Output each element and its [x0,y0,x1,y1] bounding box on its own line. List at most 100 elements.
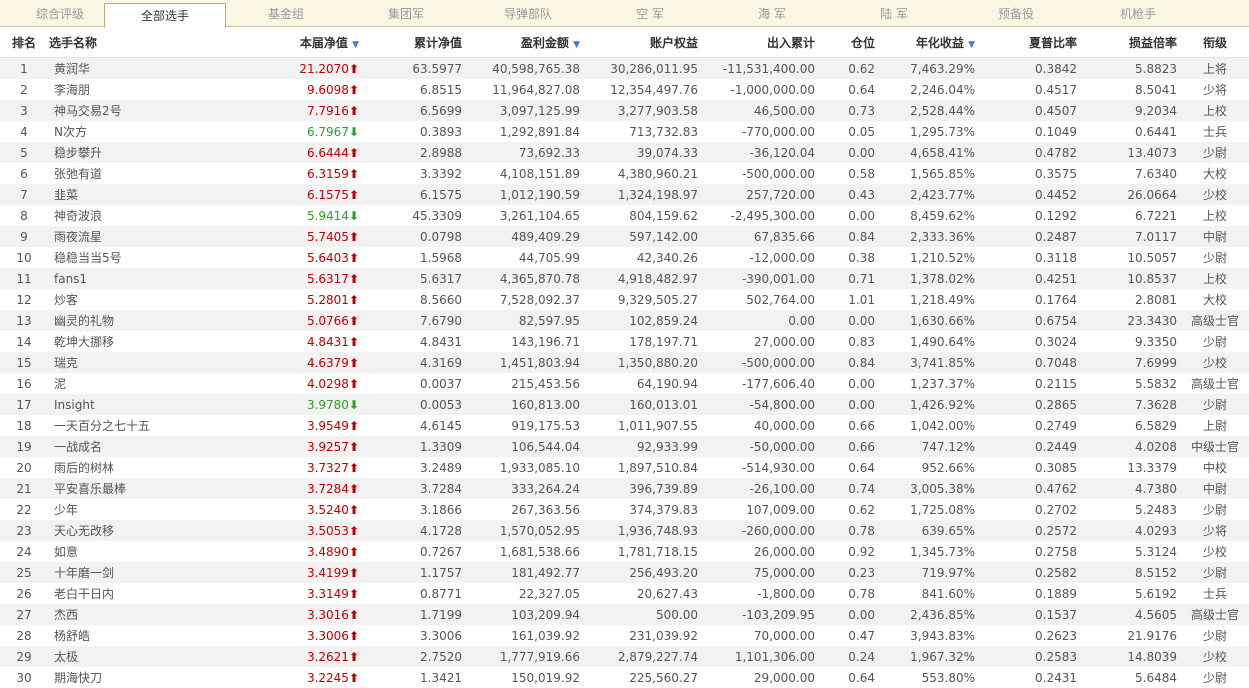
player-name-cell[interactable]: 幽灵的礼物 [48,310,198,331]
col-header-annual-return[interactable]: 年化收益 ▼ [879,27,979,58]
sharpe-cell: 0.4251 [979,268,1081,289]
player-name-cell[interactable]: 韭菜 [48,184,198,205]
nav-value: 6.3159 [306,166,349,181]
tab-4[interactable]: 导弹部队 [468,0,588,26]
current-nav-cell: 3.7284⬆ [198,478,363,499]
player-name-cell[interactable]: 平安喜乐最棒 [48,478,198,499]
table-row[interactable]: 4 N次方 6.7967⬇ 0.3893 1,292,891.84 713,732.83-… [0,121,1249,142]
table-row[interactable]: 26 老白干日内 3.3149⬆ 0.8771 22,327.05 20,627.43 -1… [0,583,1249,604]
table-row[interactable]: 23 天心无改移 3.5053⬆ 4.1728 1,570,052.95 1,936,74… [0,520,1249,541]
col-header-cumulative-nav[interactable]: 累计净值 [363,27,466,58]
inout-cell: -260,000.00 [702,520,819,541]
sharpe-cell: 0.1292 [1035,208,1077,223]
tab-0[interactable]: 综合评级 [0,0,120,26]
col-header-inout[interactable]: 出入累计 [702,27,819,58]
table-row[interactable]: 5 稳步攀升 6.6444⬆ 2.8988 73,692.33 39,074.33 -36,… [0,142,1249,163]
player-name-cell[interactable]: 一战成名 [48,436,198,457]
table-row[interactable]: 15 瑞克 4.6379⬆ 4.3169 1,451,803.94 1,350,880.2… [0,352,1249,373]
table-row[interactable]: 9 雨夜流星 5.7405⬆ 0.0798 489,409.29 597,142.00 67… [0,226,1249,247]
col-header-sharpe[interactable]: 夏普比率 [979,27,1081,58]
player-name-cell[interactable]: 泥 [48,373,198,394]
table-row[interactable]: 2 李海朋 9.6098⬆ 6.8515 11,964,827.08 12,354,497… [0,79,1249,100]
equity-cell: 12,354,497.76 [610,82,698,97]
player-name-cell[interactable]: fans1 [48,268,198,289]
player-name-cell[interactable]: 雨夜流星 [48,226,198,247]
tab-3[interactable]: 集团军 [346,0,466,26]
table-row[interactable]: 14 乾坤大挪移 4.8431⬆ 4.8431 143,196.71 178,197.71… [0,331,1249,352]
sharpe-cell: 0.3575 [1035,166,1077,181]
table-row[interactable]: 6 张弛有道 6.3159⬆ 3.3392 4,108,151.89 4,380,960.… [0,163,1249,184]
player-name-cell[interactable]: 炒客 [48,289,198,310]
table-row[interactable]: 22 少年 3.5240⬆ 3.1866 267,363.56 374,379.83 107… [0,499,1249,520]
player-name-cell[interactable]: 瑞克 [48,352,198,373]
table-row[interactable]: 19 一战成名 3.9257⬆ 1.3309 106,544.04 92,933.99 -5… [0,436,1249,457]
pl-ratio-cell: 6.5829 [1135,418,1177,433]
tab-10[interactable]: 近 [1200,0,1249,26]
player-name-cell[interactable]: 雨后的树林 [48,457,198,478]
nav-value: 3.3006 [306,628,349,643]
table-row[interactable]: 10 稳稳当当5号 5.6403⬆ 1.5968 44,705.99 42,340.26-… [0,247,1249,268]
player-name-cell[interactable]: 十年磨一剑 [48,562,198,583]
player-name-cell[interactable]: 一天百分之七十五 [48,415,198,436]
sort-desc-icon[interactable]: ▼ [968,40,975,50]
sort-desc-icon[interactable]: ▼ [573,40,580,50]
col-header-equity[interactable]: 账户权益 [584,27,702,58]
player-name-cell[interactable]: 稳步攀升 [48,142,198,163]
tab-2[interactable]: 基金组 [226,0,346,26]
player-name-cell[interactable]: 如意 [48,541,198,562]
table-row[interactable]: 29 太极 3.2621⬆ 2.7520 1,777,919.66 2,879,227.7… [0,646,1249,667]
player-name-cell[interactable]: 天心无改移 [48,520,198,541]
player-name-cell[interactable]: 太极 [48,646,198,667]
player-name-cell[interactable]: 神马交易2号 [48,100,198,121]
table-row[interactable]: 12 炒客 5.2801⬆ 8.5660 7,528,092.37 9,329,505.2… [0,289,1249,310]
player-name-cell[interactable]: 乾坤大挪移 [48,331,198,352]
tab-6[interactable]: 海 军 [712,0,832,26]
player-name-cell[interactable]: 黄润华 [48,57,198,79]
player-name-cell[interactable]: 杰西 [48,604,198,625]
tab-5[interactable]: 空 军 [590,0,710,26]
table-row[interactable]: 13 幽灵的礼物 5.0766⬆ 7.6790 82,597.95 102,859.24 0… [0,310,1249,331]
player-name-cell[interactable]: 老白干日内 [48,583,198,604]
player-name-cell[interactable]: 少年 [48,499,198,520]
table-row[interactable]: 27 杰西 3.3016⬆ 1.7199 103,209.94 500.00 -103,20… [0,604,1249,625]
col-header-position[interactable]: 仓位 [819,27,879,58]
col-header-profit[interactable]: 盈利金额 ▼ [466,27,584,58]
table-row[interactable]: 8 神奇波浪 5.9414⬇ 45.3309 3,261,104.65 804,159.6… [0,205,1249,226]
table-row[interactable]: 28 杨舒皓 3.3006⬆ 3.3006 161,039.92 231,039.92 70… [0,625,1249,646]
inout-cell: 107,009.00 [746,502,815,517]
player-name-cell[interactable]: 稳稳当当5号 [48,247,198,268]
table-row[interactable]: 3 神马交易2号 7.7916⬆ 6.5699 3,097,125.99 3,277,90… [0,100,1249,121]
table-row[interactable]: 11 fans1 5.6317⬆ 5.6317 4,365,870.78 4,918,48… [0,268,1249,289]
table-row[interactable]: 1 黄润华 21.2070⬆ 63.5977 40,598,765.38 30,286,0… [0,57,1249,79]
tab-8[interactable]: 预备役 [956,0,1076,26]
table-row[interactable]: 21 平安喜乐最棒 3.7284⬆ 3.7284 333,264.24 396,739.8… [0,478,1249,499]
table-row[interactable]: 17 Insight 3.9780⬇ 0.0053 160,813.00 160,013.… [0,394,1249,415]
current-nav-cell: 3.2621⬆ [198,646,363,667]
player-name-cell[interactable]: 杨舒皓 [48,625,198,646]
inout-cell: 75,000.00 [702,562,819,583]
col-header-rank[interactable]: 排名 [0,27,48,58]
player-name-cell[interactable]: N次方 [48,121,198,142]
sort-desc-icon[interactable]: ▼ [352,40,359,50]
player-name-cell[interactable]: Insight [48,394,198,415]
tab-7[interactable]: 陆 军 [834,0,954,26]
tab-1[interactable]: 全部选手 [104,3,226,28]
rank-cell: 23 [0,520,48,541]
table-row[interactable]: 25 十年磨一剑 3.4199⬆ 1.1757 181,492.77 256,493.20… [0,562,1249,583]
col-header-current-nav[interactable]: 本届净值 ▼ [198,27,363,58]
col-header-pl-ratio[interactable]: 损益倍率 [1081,27,1181,58]
table-row[interactable]: 7 韭菜 6.1575⬆ 6.1575 1,012,190.59 1,324,198.97… [0,184,1249,205]
table-row[interactable]: 20 雨后的树林 3.7327⬆ 3.2489 1,933,085.10 1,897,51… [0,457,1249,478]
equity-cell: 713,732.83 [629,124,698,139]
col-header-name[interactable]: 选手名称 [48,27,198,58]
player-name-cell[interactable]: 李海朋 [48,79,198,100]
table-row[interactable]: 18 一天百分之七十五 3.9549⬆ 4.6145 919,175.53 1,011,9… [0,415,1249,436]
tab-9[interactable]: 机枪手 [1078,0,1198,26]
nav-value: 3.3016 [306,607,349,622]
table-row[interactable]: 16 泥 4.0298⬆ 0.0037 215,453.56 64,190.94 -177,… [0,373,1249,394]
cumulative-nav-cell: 3.7284 [363,478,466,499]
table-row[interactable]: 24 如意 3.4890⬆ 0.7267 1,681,538.66 1,781,718.1… [0,541,1249,562]
col-header-rank-title[interactable]: 衔级 [1181,27,1249,58]
player-name-cell[interactable]: 神奇波浪 [48,205,198,226]
player-name-cell[interactable]: 张弛有道 [48,163,198,184]
